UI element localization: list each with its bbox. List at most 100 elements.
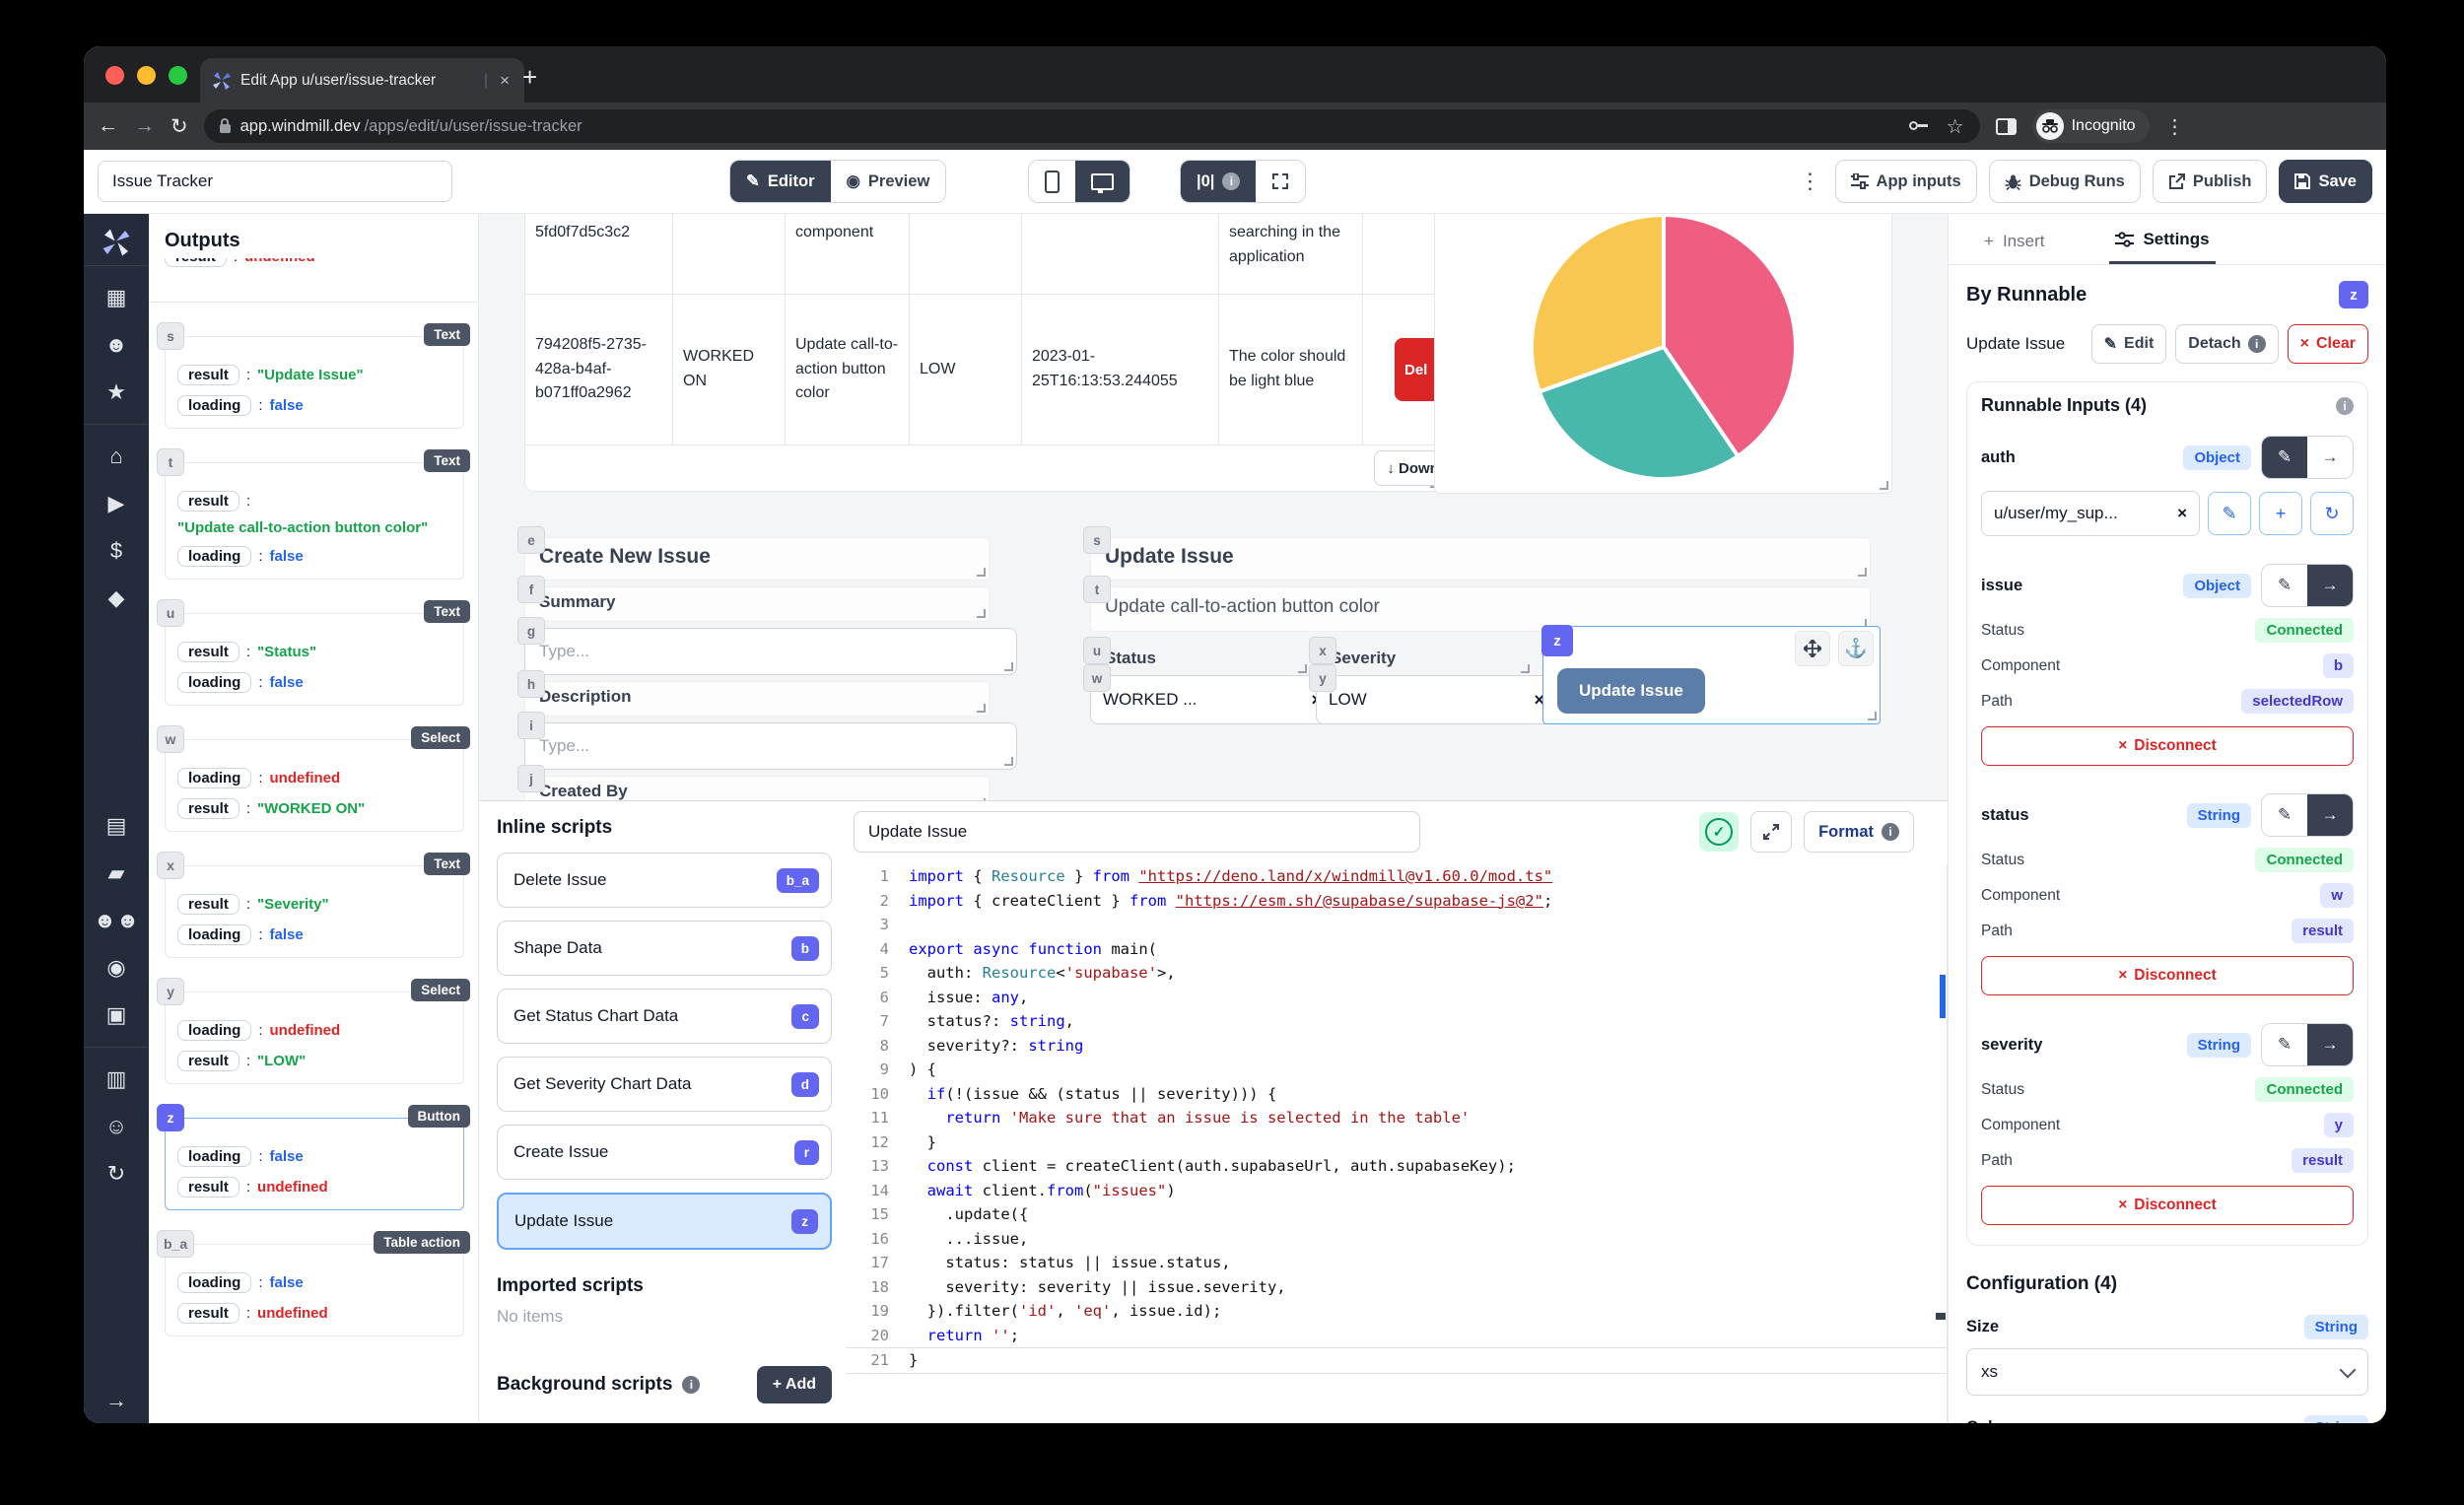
code-line[interactable]: 16 ...issue, [846, 1227, 1947, 1252]
code-line[interactable]: 7 status?: string, [846, 1009, 1947, 1034]
home-icon[interactable]: ⌂ [109, 444, 122, 469]
script-name-input[interactable]: Update Issue [854, 811, 1420, 853]
code-line[interactable]: 4 export async function main( [846, 937, 1947, 962]
component-tag[interactable]: j [517, 765, 545, 792]
summary-label-comp[interactable]: f Summary [517, 576, 990, 622]
desktop-view-button[interactable] [1075, 161, 1129, 202]
publish-button[interactable]: Publish [2152, 160, 2268, 203]
description-input[interactable]: i Type... [517, 712, 1017, 770]
summary-input[interactable]: g Type... [517, 617, 1017, 675]
apps-icon[interactable]: ▦ [106, 285, 127, 310]
format-button[interactable]: Format i [1804, 811, 1914, 853]
save-button[interactable]: Save [2279, 160, 2372, 203]
address-input[interactable]: app.windmill.dev/apps/edit/u/user/issue-… [203, 109, 1980, 143]
script-item-b_a[interactable]: Delete Issue b_a [497, 853, 832, 908]
folders-icon[interactable]: ▰ [108, 860, 125, 886]
variables-dollar-icon[interactable]: $ [110, 538, 122, 564]
component-tag-selected[interactable]: z [1541, 625, 1573, 656]
detach-button[interactable]: Detach i [2175, 324, 2279, 364]
reload-icon[interactable]: ↻ [171, 114, 188, 139]
update-issue-button[interactable]: Update Issue [1557, 668, 1705, 714]
anchor-icon[interactable]: ⚓ [1838, 631, 1874, 666]
discord-icon[interactable]: ☺ [105, 1114, 127, 1139]
code-line[interactable]: 3 [846, 913, 1947, 937]
disconnect-button[interactable]: × Disconnect [1981, 726, 2354, 766]
code-line[interactable]: 21} [846, 1347, 1947, 1374]
output-card-z[interactable]: z Button loading: false result: undefined [157, 1104, 470, 1210]
static-mode-button[interactable]: ✎ [2262, 794, 2307, 836]
script-item-r[interactable]: Create Issue r [497, 1125, 832, 1180]
code-line[interactable]: 12 } [846, 1130, 1947, 1155]
code-line[interactable]: 11 return 'Make sure that an issue is se… [846, 1106, 1947, 1130]
new-tab-button[interactable]: + [522, 64, 537, 90]
component-tag[interactable]: t [1083, 576, 1111, 603]
browser-tab[interactable]: Edit App u/user/issue-tracker | × [200, 58, 524, 103]
groups-icon[interactable]: ☻☻ [94, 908, 139, 933]
zoom-window-button[interactable] [169, 66, 187, 85]
runs-play-icon[interactable]: ▶ [108, 491, 125, 516]
tab-editor[interactable]: ✎ Editor [730, 161, 831, 202]
component-tag[interactable]: i [517, 712, 545, 739]
code-line[interactable]: 5 auth: Resource<'supabase'>, [846, 961, 1947, 986]
static-mode-button[interactable]: ✎ [2262, 437, 2307, 478]
component-tag[interactable]: y [1309, 664, 1336, 692]
back-icon[interactable]: ← [98, 114, 118, 138]
connect-mode-button[interactable]: → [2307, 437, 2353, 478]
code-line[interactable]: 19 }).filter('id', 'eq', issue.id); [846, 1299, 1947, 1324]
code-line[interactable]: 1 import { Resource } from "https://deno.… [846, 864, 1947, 889]
collapse-arrow-icon[interactable]: → [105, 1388, 127, 1413]
code-line[interactable]: 9) { [846, 1058, 1947, 1082]
audit-eye-icon[interactable]: ◉ [106, 955, 125, 981]
component-tag[interactable]: u [1083, 637, 1111, 664]
user-icon[interactable]: ☻ [104, 332, 127, 358]
add-resource-button[interactable]: + [2259, 492, 2302, 535]
clear-x-icon[interactable]: × [2177, 504, 2187, 523]
severity-label-comp[interactable]: x Severity [1309, 637, 1534, 677]
auth-resource-input[interactable]: u/user/my_sup... × [1981, 491, 2200, 536]
code-line[interactable]: 6 issue: any, [846, 986, 1947, 1010]
debug-counter-button[interactable]: |0| i [1181, 161, 1257, 202]
edit-resource-button[interactable]: ✎ [2208, 492, 2251, 535]
app-canvas[interactable]: 5fd0f7d5c3c2 component searching in the ap… [479, 214, 1948, 800]
update-button-component[interactable]: z ⚓ Update Issue [1541, 625, 1881, 724]
connect-mode-button[interactable]: → [2307, 565, 2353, 606]
connect-mode-button[interactable]: → [2307, 794, 2353, 836]
code-line[interactable]: 14 await client.from("issues") [846, 1179, 1947, 1203]
tab-insert[interactable]: + Insert [1978, 214, 2050, 264]
fullscreen-button[interactable] [1256, 161, 1306, 202]
component-tag[interactable]: g [517, 617, 545, 645]
output-card-w[interactable]: w Select loading: undefined result: "WORKED O… [157, 725, 470, 832]
script-item-b[interactable]: Shape Data b [497, 921, 832, 976]
issues-table[interactable]: 5fd0f7d5c3c2 component searching in the ap… [524, 214, 1443, 492]
schedules-calendar-icon[interactable]: ▤ [106, 813, 127, 839]
more-menu-icon[interactable]: ⋮ [1800, 169, 1821, 194]
expand-editor-button[interactable] [1750, 811, 1793, 853]
code-line[interactable]: 17 status: status || issue.status, [846, 1251, 1947, 1275]
bookmark-star-icon[interactable]: ☆ [1947, 114, 1964, 139]
code-line[interactable]: 2 import { createClient } from "https://e… [846, 889, 1947, 914]
workers-robot-icon[interactable]: ▣ [106, 1002, 127, 1028]
output-card-s[interactable]: s Text result: "Update Issue" loading: false [157, 322, 470, 429]
table-row[interactable]: 794208f5-2735-428a-b4af-b071ff0a2962 WORK… [525, 295, 1442, 445]
favorites-star-icon[interactable]: ★ [106, 379, 126, 405]
table-row[interactable]: 5fd0f7d5c3c2 component searching in the ap… [525, 214, 1442, 295]
output-card-partial[interactable]: result:undefined [149, 258, 478, 303]
status-label-comp[interactable]: u Status [1083, 637, 1311, 677]
refresh-resource-button[interactable]: ↻ [2310, 492, 2354, 535]
side-panel-icon[interactable] [1995, 117, 2017, 135]
status-select[interactable]: w WORKED ... × [1083, 664, 1335, 724]
connect-mode-button[interactable]: → [2307, 1024, 2353, 1065]
forward-icon[interactable]: → [134, 114, 155, 138]
output-card-x[interactable]: x Text result: "Severity" loading: false [157, 852, 470, 958]
clear-button[interactable]: × Clear [2287, 324, 2368, 364]
disconnect-button[interactable]: × Disconnect [1981, 1186, 2354, 1225]
component-tag[interactable]: w [1083, 664, 1111, 692]
app-title-input[interactable]: Issue Tracker [98, 161, 452, 202]
component-tag[interactable]: f [517, 576, 545, 603]
sync-icon[interactable]: ↻ [107, 1161, 125, 1187]
script-item-z[interactable]: Update Issue z [497, 1193, 832, 1250]
script-item-d[interactable]: Get Severity Chart Data d [497, 1057, 832, 1112]
severity-select[interactable]: y LOW × [1309, 664, 1557, 724]
created-by-label-comp[interactable]: j Created By [517, 765, 990, 800]
component-tag[interactable]: s [1083, 526, 1111, 554]
